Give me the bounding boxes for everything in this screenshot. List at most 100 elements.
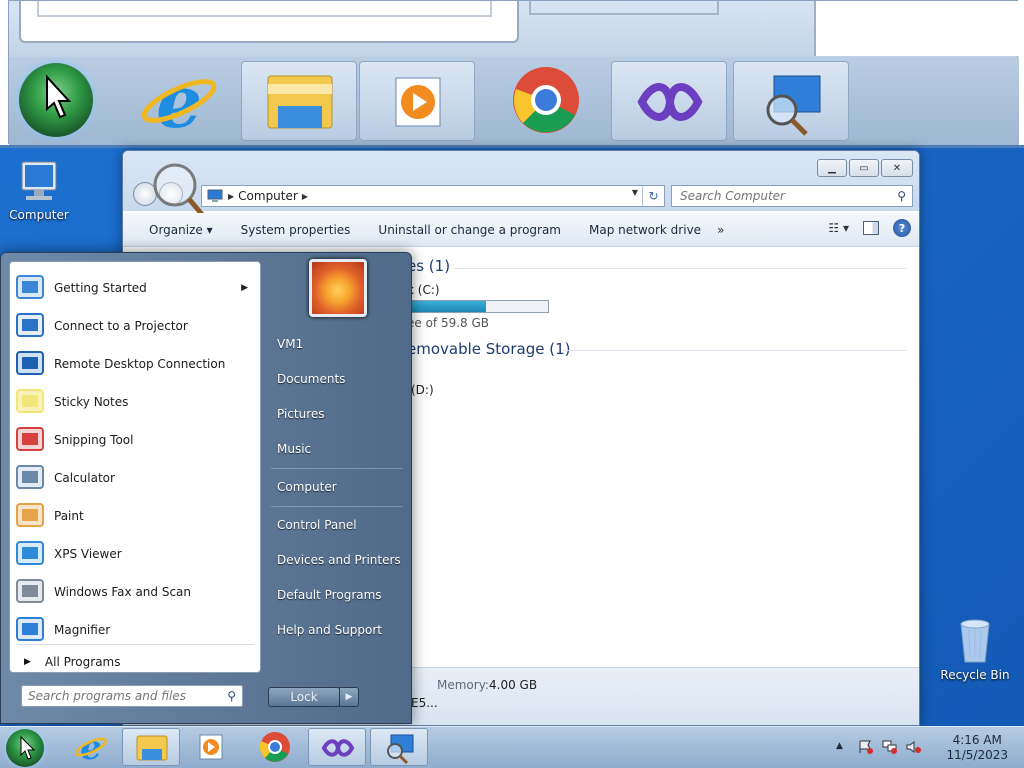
taskbar-file-explorer[interactable] [122,728,180,766]
media-player-tile [359,61,475,141]
desktop-icon-recycle-bin[interactable]: Recycle Bin [940,616,1010,682]
clock-time: 4:16 AM [952,733,1002,747]
start-orb-icon [19,63,93,137]
start-program-item[interactable]: Magnifier [10,612,260,648]
start-program-label: Paint [54,509,84,523]
getting-started-icon [14,272,46,304]
start-program-item[interactable]: Paint [10,498,260,534]
drive-c-free-space: ee of 59.8 GB [407,316,490,330]
start-program-item[interactable]: Sticky Notes [10,384,260,420]
window-chrome: ▁ ▭ ✕ ▶ Computer ▶ ▼ ↻ ⚲ [123,151,919,227]
taskbar-chrome[interactable] [246,728,304,766]
taskbar: e ▲ 4:16 AM 11/5/2023 [0,726,1024,768]
search-icon[interactable]: ⚲ [897,189,906,203]
start-program-item[interactable]: Connect to a Projector [10,308,260,344]
drive-d-label[interactable]: (D:) [411,383,434,397]
clock-date: 11/5/2023 [946,748,1008,762]
start-button[interactable] [6,729,44,767]
start-program-item[interactable]: XPS Viewer [10,536,260,572]
start-program-label: Connect to a Projector [54,319,188,333]
xps-viewer-icon [14,538,46,570]
more-commands-button[interactable]: » [715,223,738,237]
desktop-icon-computer[interactable]: Computer [4,160,74,222]
start-program-label: Magnifier [54,623,111,637]
refresh-icon[interactable]: ↻ [642,186,664,206]
chevron-down-icon[interactable]: ▼ [632,188,638,197]
start-menu: Getting Started ▶ Connect to a Projector Re… [0,252,412,724]
system-properties-button[interactable]: System properties [227,223,365,237]
address-bar[interactable]: ▶ Computer ▶ ▼ ↻ [201,185,665,207]
start-link-control-panel[interactable]: Control Panel [277,518,357,532]
magnifier-icon [387,734,414,765]
organize-button[interactable]: Organize ▾ [123,223,227,237]
start-program-item[interactable]: Remote Desktop Connection [10,346,260,382]
preview-pane-icon[interactable] [863,221,879,235]
desktop-icon-label: Computer [9,208,69,222]
change-view-icon[interactable]: ☷ ▾ [828,221,849,235]
start-link-devices-printers[interactable]: Devices and Printers [277,553,401,567]
user-avatar[interactable] [309,259,367,317]
start-program-label: XPS Viewer [54,547,122,561]
help-icon[interactable]: ? [893,219,911,237]
taskbar-visual-studio[interactable] [308,728,366,766]
visual-studio-tile [611,61,727,141]
start-link-pictures[interactable]: Pictures [277,407,325,421]
chrome-icon [259,732,290,762]
clock[interactable]: 4:16 AM 11/5/2023 [946,733,1008,763]
shutdown-options-arrow-icon[interactable]: ▶ [339,687,359,707]
start-link-computer[interactable]: Computer [277,480,337,494]
start-menu-programs-pane: Getting Started ▶ Connect to a Projector Re… [9,261,261,673]
start-program-item[interactable]: Calculator [10,460,260,496]
start-link-user[interactable]: VM1 [277,337,303,351]
volume-muted-icon[interactable] [906,740,922,754]
show-hidden-icons-icon[interactable]: ▲ [836,741,843,751]
uninstall-program-button[interactable]: Uninstall or change a program [364,223,575,237]
file-explorer-tile [241,61,357,141]
desktop-icon-label: Recycle Bin [940,668,1010,682]
media-player-icon [199,734,223,760]
computer-icon [16,160,62,204]
taskbar-internet-explorer[interactable]: e [62,728,120,768]
sticky-notes-icon [14,386,46,418]
start-program-label: Calculator [54,471,115,485]
breadcrumb-chevron-icon[interactable]: ▶ [302,192,308,201]
start-link-help-support[interactable]: Help and Support [277,623,382,637]
start-menu-right-pane: VM1 Documents Pictures Music Computer Co… [263,253,411,723]
magnified-taskbar: e [9,57,1019,145]
start-program-label: Snipping Tool [54,433,134,447]
start-link-documents[interactable]: Documents [277,372,345,386]
file-explorer-icon [136,735,168,761]
taskbar-media-player[interactable] [182,728,240,766]
start-link-default-programs[interactable]: Default Programs [277,588,382,602]
breadcrumb-computer[interactable]: Computer [234,189,302,203]
paint-icon [14,500,46,532]
lock-button[interactable]: Lock [268,687,340,707]
search-icon[interactable]: ⚲ [227,689,236,703]
start-link-music[interactable]: Music [277,442,311,456]
map-network-drive-button[interactable]: Map network drive [575,223,715,237]
start-program-item[interactable]: Windows Fax and Scan [10,574,260,610]
visual-studio-icon [321,739,355,757]
memory-key: Memory: [437,678,489,692]
magnifier-icon [14,614,46,646]
submenu-arrow-icon[interactable]: ▶ [241,283,248,293]
network-icon[interactable] [882,740,898,754]
all-programs-button[interactable]: ▶ All Programs [10,652,260,672]
calculator-icon [14,462,46,494]
taskbar-magnifier[interactable] [370,728,428,766]
start-search-input[interactable] [22,686,212,706]
close-button[interactable]: ✕ [881,159,913,177]
start-program-item[interactable]: Getting Started ▶ [10,270,260,306]
group-header-hard-disks[interactable]: es (1) [407,257,450,275]
group-header-removable-storage[interactable]: emovable Storage (1) [407,340,570,358]
start-program-item[interactable]: Snipping Tool [10,422,260,458]
explorer-search-input[interactable] [672,186,882,206]
minimize-button[interactable]: ▁ [817,159,847,177]
chrome-icon [511,65,581,135]
triangle-right-icon: ▶ [24,657,31,667]
drive-c-usage-bar [406,300,549,313]
fax-scan-icon [14,576,46,608]
action-center-flag-icon[interactable] [858,740,874,754]
magnified-region: e [8,0,1019,145]
maximize-button[interactable]: ▭ [849,159,879,177]
